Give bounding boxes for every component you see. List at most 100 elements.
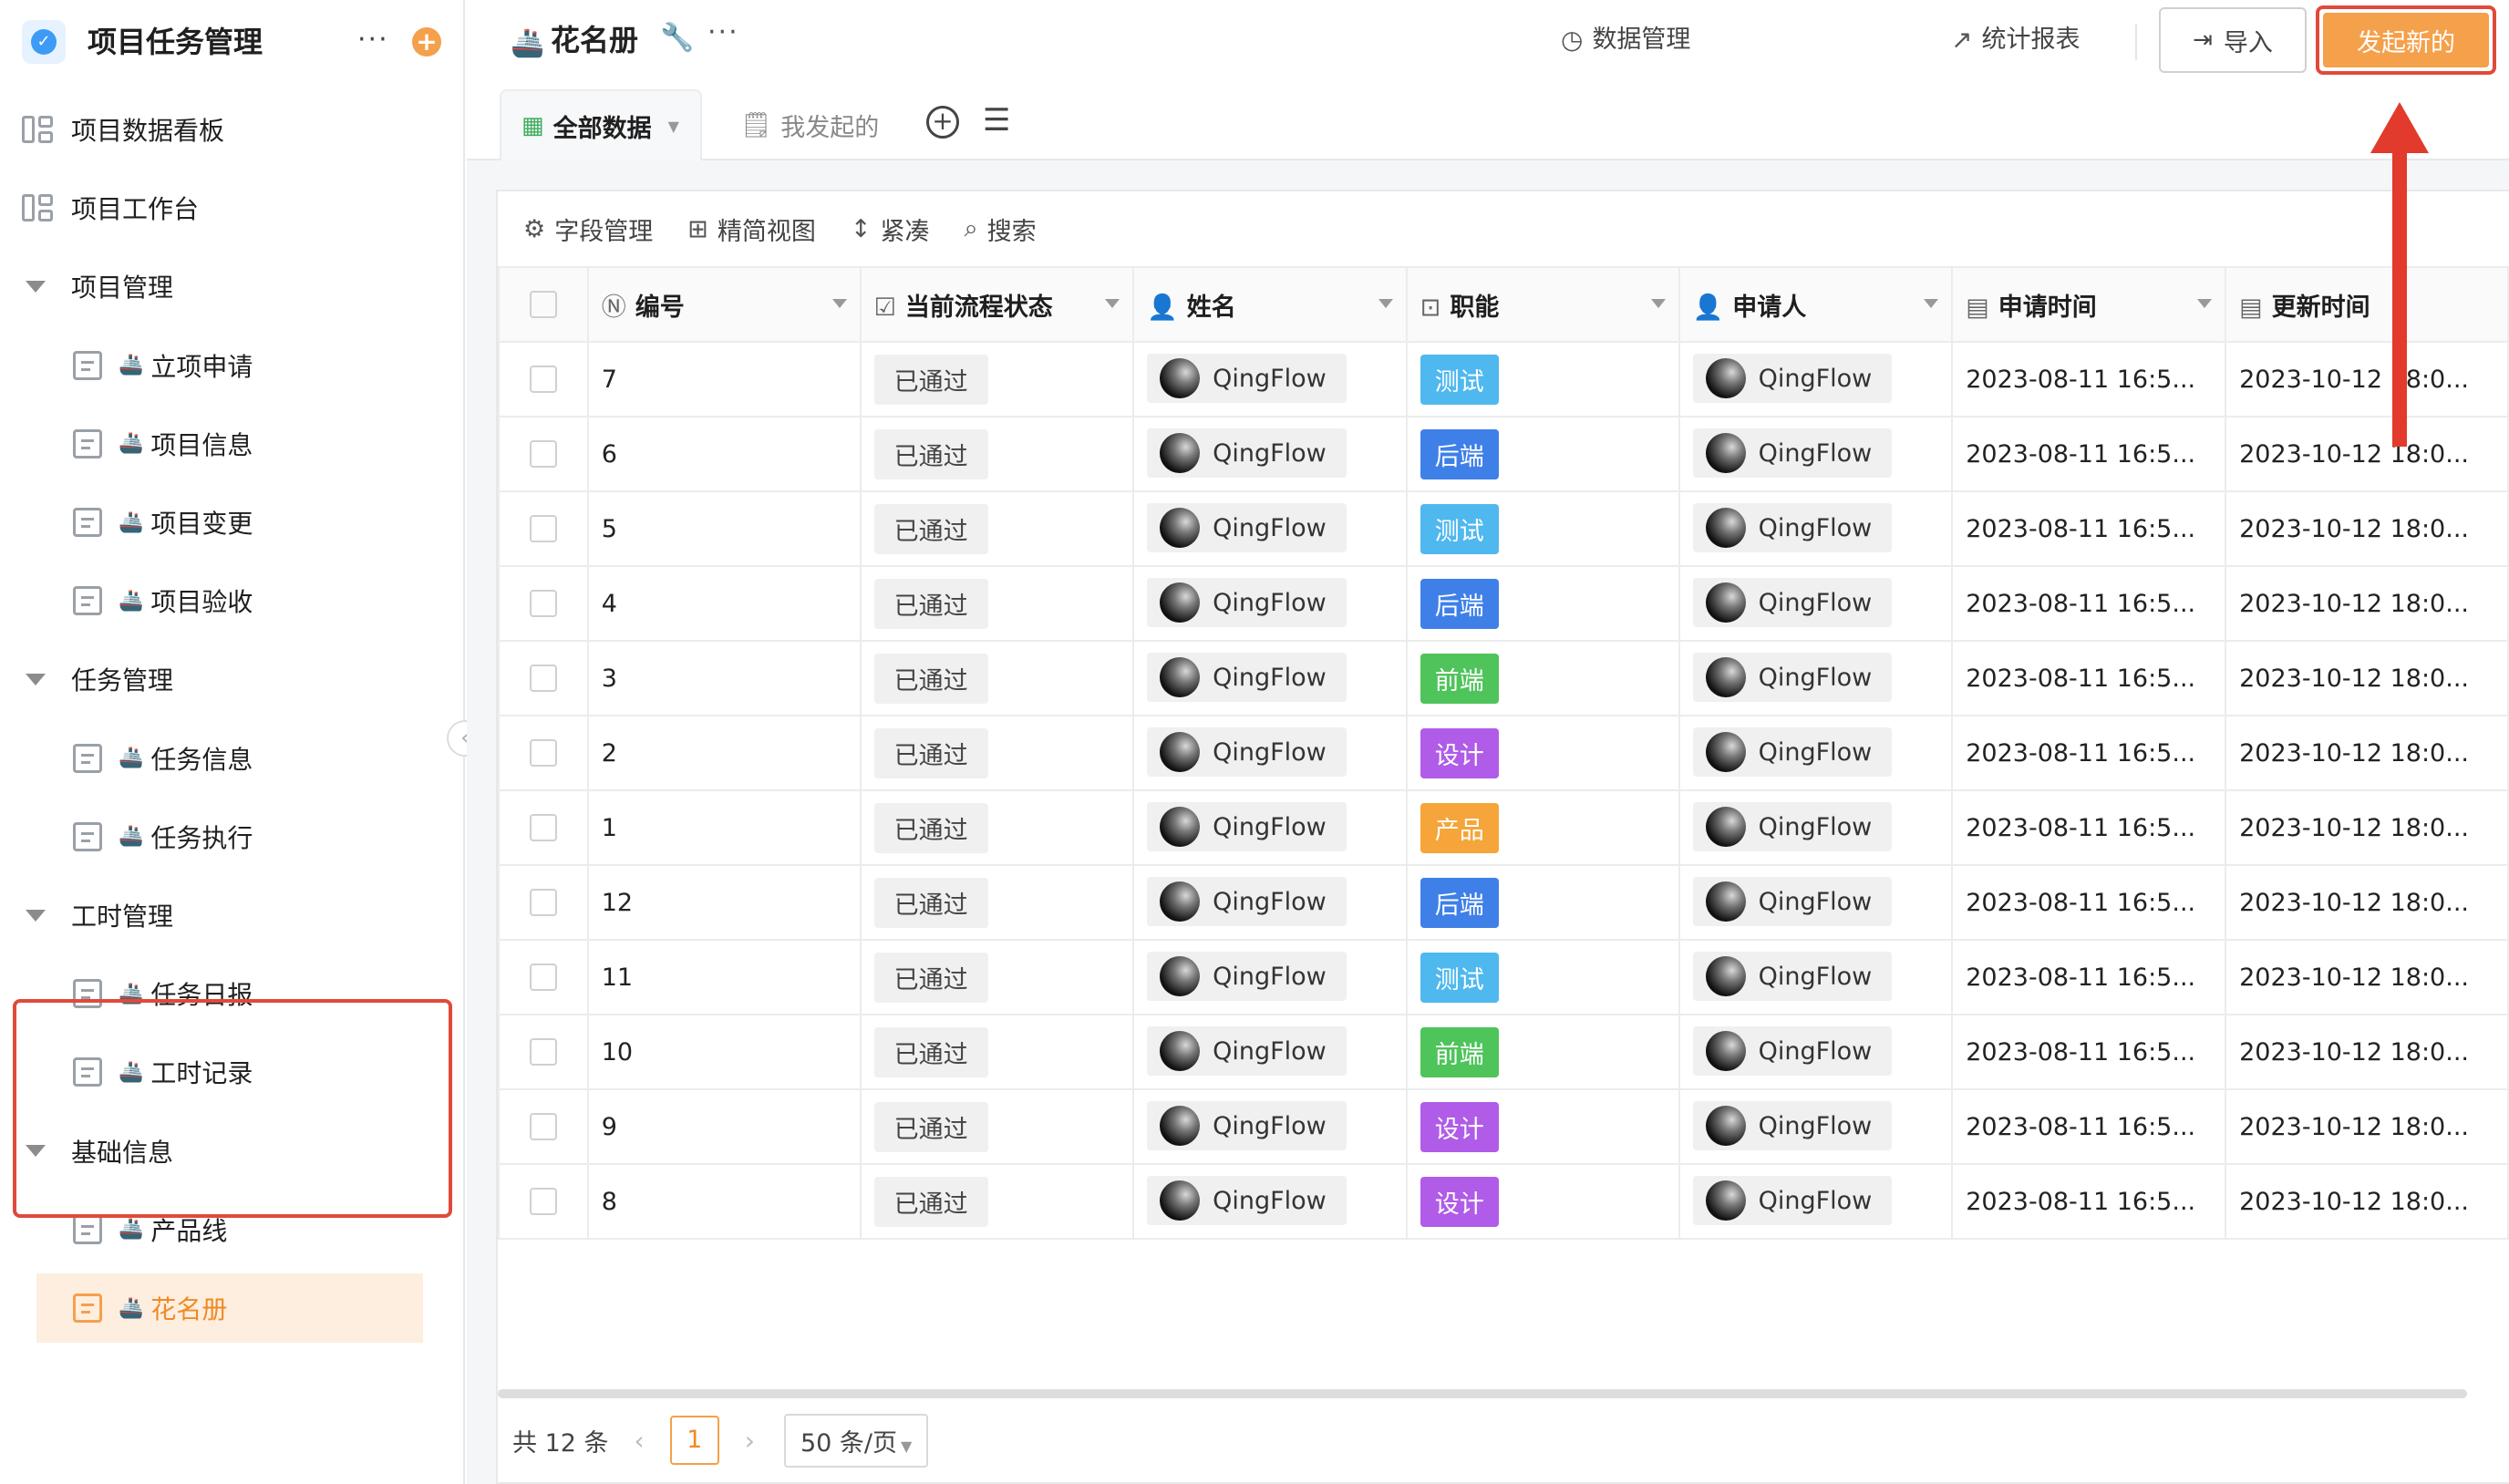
row-select-cell[interactable]: [498, 565, 589, 642]
row-checkbox[interactable]: [529, 889, 557, 916]
row-checkbox[interactable]: [529, 739, 557, 767]
sidebar-item-4[interactable]: 🚢 项目信息: [73, 418, 253, 469]
updated-time: 2023-10-12 18:0...: [2239, 1037, 2469, 1067]
stats-report-link[interactable]: ↗ 统计报表: [1951, 20, 2080, 60]
table-row[interactable]: 4 已通过 QingFlow 后端 QingFlow 2023-08-11 16:5...…: [498, 565, 2509, 642]
sidebar-item-5[interactable]: 🚢 项目变更: [73, 497, 253, 548]
table-row[interactable]: 10 已通过 QingFlow 前端 QingFlow 2023-08-11 16:5..…: [498, 1014, 2509, 1090]
column-header-name[interactable]: 👤 姓名: [1132, 266, 1408, 343]
row-checkbox[interactable]: [529, 665, 557, 692]
sidebar-group-10[interactable]: 工时管理: [22, 890, 173, 941]
sidebar-item-0[interactable]: 项目数据看板: [22, 104, 224, 155]
avatar: [1705, 956, 1746, 996]
user-tag: QingFlow: [1692, 802, 1893, 851]
column-header-updated-time[interactable]: ▤ 更新时间: [2225, 266, 2509, 343]
sidebar-group-7[interactable]: 任务管理: [22, 654, 173, 705]
column-header-applied-time[interactable]: ▤ 申请时间: [1951, 266, 2227, 343]
select-all-checkbox[interactable]: [529, 291, 557, 318]
table-row[interactable]: 8 已通过 QingFlow 设计 QingFlow 2023-08-11 16:5...…: [498, 1163, 2509, 1240]
chevron-down-icon[interactable]: [1105, 299, 1120, 308]
user-tag: QingFlow: [1147, 354, 1347, 403]
chevron-down-icon[interactable]: [1924, 299, 1939, 308]
table-row[interactable]: 5 已通过 QingFlow 测试 QingFlow 2023-08-11 16:5...…: [498, 490, 2509, 567]
new-button[interactable]: 发起新的: [2323, 13, 2489, 67]
row-select-cell[interactable]: [498, 1014, 589, 1090]
row-checkbox[interactable]: [529, 515, 557, 542]
chevron-down-icon[interactable]: [2197, 299, 2213, 308]
sidebar-item-1[interactable]: 项目工作台: [22, 182, 199, 233]
row-checkbox[interactable]: [529, 440, 557, 468]
sidebar-item-9[interactable]: 🚢 任务执行: [73, 811, 253, 862]
table-row[interactable]: 12 已通过 QingFlow 后端 QingFlow 2023-08-11 16:5..…: [498, 864, 2509, 941]
updated-time-cell: 2023-10-12 18:0...: [2225, 416, 2509, 492]
list-icon[interactable]: ☰: [983, 102, 1010, 139]
table-row[interactable]: 9 已通过 QingFlow 设计 QingFlow 2023-08-11 16:5...…: [498, 1088, 2509, 1165]
column-header-role[interactable]: ⊡ 职能: [1405, 266, 1680, 343]
chevron-down-icon[interactable]: [1650, 299, 1666, 308]
horizontal-scrollbar[interactable]: [498, 1389, 2467, 1398]
row-select-cell[interactable]: [498, 789, 589, 866]
row-checkbox[interactable]: [529, 1038, 557, 1066]
field-management-button[interactable]: ⚙ 字段管理: [523, 211, 653, 247]
table-row[interactable]: 7 已通过 QingFlow 测试 QingFlow 2023-08-11 16:5...…: [498, 341, 2509, 417]
table-row[interactable]: 3 已通过 QingFlow 前端 QingFlow 2023-08-11 16:5...…: [498, 640, 2509, 716]
row-checkbox[interactable]: [529, 590, 557, 617]
row-select-cell[interactable]: [498, 715, 589, 791]
row-checkbox[interactable]: [529, 1188, 557, 1215]
caret-down-icon[interactable]: [26, 673, 46, 685]
sidebar-group-2[interactable]: 项目管理: [22, 261, 173, 312]
prev-page-icon[interactable]: ‹: [635, 1426, 645, 1456]
applied-time: 2023-08-11 16:5...: [1966, 738, 2196, 768]
row-checkbox[interactable]: [529, 1113, 557, 1140]
row-select-cell[interactable]: [498, 341, 589, 417]
table-row[interactable]: 2 已通过 QingFlow 设计 QingFlow 2023-08-11 16:5...…: [498, 715, 2509, 791]
data-management-link[interactable]: ◷ 数据管理: [1561, 20, 1690, 60]
avatar: [1160, 657, 1201, 697]
row-select-cell[interactable]: [498, 939, 589, 1015]
row-select-cell[interactable]: [498, 490, 589, 567]
table-row[interactable]: 6 已通过 QingFlow 后端 QingFlow 2023-08-11 16:5...…: [498, 416, 2509, 492]
row-select-cell[interactable]: [498, 864, 589, 941]
chevron-down-icon[interactable]: [1378, 299, 1393, 308]
sidebar-item-8[interactable]: 🚢 任务信息: [73, 733, 253, 784]
sidebar-item-6[interactable]: 🚢 项目验收: [73, 575, 253, 626]
wrench-icon[interactable]: 🔧: [660, 22, 694, 54]
row-checkbox[interactable]: [529, 366, 557, 393]
column-header-applicant[interactable]: 👤 申请人: [1678, 266, 1954, 343]
row-checkbox[interactable]: [529, 964, 557, 991]
column-header-status[interactable]: ☑ 当前流程状态: [859, 266, 1135, 343]
row-select-cell[interactable]: [498, 1088, 589, 1165]
row-select-cell[interactable]: [498, 640, 589, 716]
user-tag: QingFlow: [1692, 578, 1893, 627]
sidebar-item-label: 项目工作台: [71, 194, 200, 225]
row-select-cell[interactable]: [498, 1163, 589, 1240]
page-size-select[interactable]: 50 条/页 ▼: [783, 1413, 929, 1468]
row-select-cell[interactable]: [498, 416, 589, 492]
sidebar-item-15[interactable]: 🚢 花名册: [73, 1283, 227, 1334]
table-row[interactable]: 1 已通过 QingFlow 产品 QingFlow 2023-08-11 16:5...…: [498, 789, 2509, 866]
stats-report-label: 统计报表: [1981, 26, 2081, 54]
chevron-down-icon[interactable]: [831, 299, 847, 308]
import-button[interactable]: ⇥ 导入: [2159, 7, 2307, 73]
add-view-icon[interactable]: +: [926, 106, 959, 139]
search-button[interactable]: ⌕ 搜索: [964, 211, 1036, 247]
caret-down-icon[interactable]: [26, 909, 46, 922]
caret-down-icon[interactable]: [26, 280, 46, 293]
tab-mine[interactable]: 🗒 我发起的: [740, 89, 879, 160]
tab-all-data[interactable]: ▦ 全部数据 ▼: [500, 89, 702, 160]
row-checkbox[interactable]: [529, 814, 557, 841]
page-number-current[interactable]: 1: [669, 1416, 719, 1465]
select-all-cell[interactable]: [498, 266, 589, 343]
table-row[interactable]: 11 已通过 QingFlow 测试 QingFlow 2023-08-11 16:5..…: [498, 939, 2509, 1015]
sidebar-item-3[interactable]: 🚢 立项申请: [73, 340, 253, 391]
next-page-icon[interactable]: ›: [745, 1426, 755, 1456]
chevron-down-icon[interactable]: ▼: [668, 118, 679, 135]
more-icon[interactable]: ···: [357, 20, 389, 60]
compact-button[interactable]: ↕ 紧凑: [851, 211, 930, 247]
more-icon[interactable]: ···: [707, 16, 739, 48]
add-icon[interactable]: +: [412, 27, 441, 57]
column-header-id[interactable]: Ⓝ 编号: [586, 266, 862, 343]
id-cell: 5: [586, 490, 862, 567]
simple-view-button[interactable]: ⊞ 精简视图: [687, 211, 816, 247]
id-cell: 2: [586, 715, 862, 791]
